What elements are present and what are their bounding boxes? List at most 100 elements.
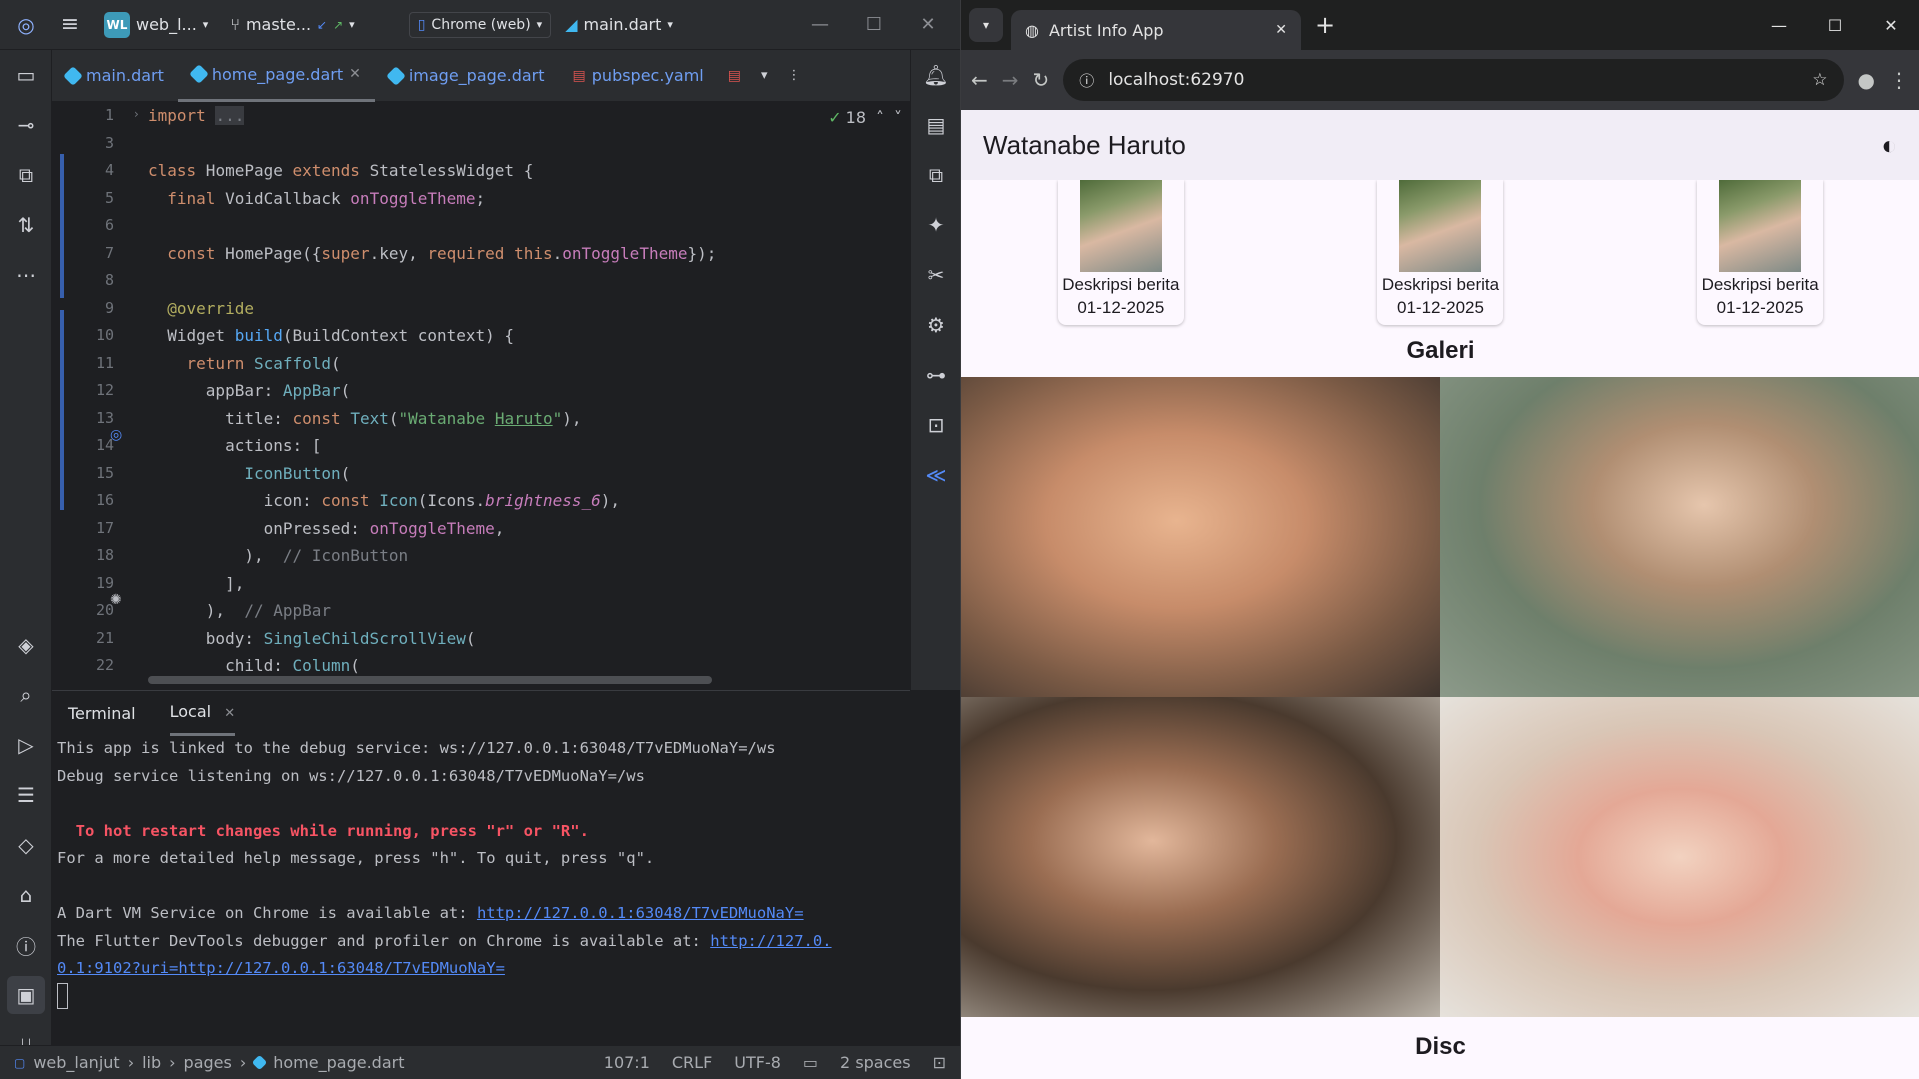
breadcrumb-pages[interactable]: pages xyxy=(184,1053,232,1072)
close-icon[interactable]: ✕ xyxy=(1863,16,1919,35)
tab-local[interactable]: Local ✕ xyxy=(169,690,236,736)
breadcrumb-project[interactable]: web_lanjut xyxy=(33,1053,119,1072)
layout-inspector-icon[interactable]: ⊡ xyxy=(911,400,961,450)
indent-setting[interactable]: 2 spaces xyxy=(840,1053,911,1072)
run-device-selector[interactable]: ▯ Chrome (web) ▾ xyxy=(408,11,552,38)
terminal-icon[interactable]: ▣ xyxy=(7,976,45,1014)
browser-menu-icon[interactable]: ⋮ xyxy=(1889,68,1909,92)
gallery-photo[interactable] xyxy=(961,377,1440,697)
tab-local-label: Local xyxy=(169,702,212,721)
todo-icon[interactable]: ☰ xyxy=(0,770,52,820)
browser-tab[interactable]: ◍ Artist Info App ✕ xyxy=(1011,10,1301,50)
app-body[interactable]: Deskripsi berita 01-12-2025 Deskripsi be… xyxy=(961,180,1919,1079)
profile-icon[interactable]: ● xyxy=(1858,68,1875,92)
close-tab-icon[interactable]: ✕ xyxy=(1275,22,1287,38)
link-icon[interactable]: ⊶ xyxy=(911,350,961,400)
device-manager-icon[interactable]: ▤ xyxy=(911,100,961,150)
breadcrumb-file[interactable]: home_page.dart xyxy=(273,1053,404,1072)
tab-label: main.dart xyxy=(86,66,164,85)
more-icon[interactable]: ⋯ xyxy=(0,250,52,300)
gallery-photo[interactable] xyxy=(961,697,1440,1017)
forward-icon[interactable]: → xyxy=(1002,68,1019,92)
minimize-icon[interactable]: — xyxy=(1751,16,1807,35)
problems-icon[interactable]: ⓘ xyxy=(0,920,52,970)
flutter-performance-icon[interactable]: ⌂ xyxy=(0,870,52,920)
commit-icon[interactable]: ⊸ xyxy=(0,100,52,150)
tab-home-page-dart[interactable]: home_page.dart ✕ xyxy=(177,50,375,102)
profiler-icon[interactable]: ✂ xyxy=(911,250,961,300)
chevron-right-icon: › xyxy=(239,1053,247,1072)
vm-service-link[interactable]: http://127.0.0.1:63048/T7vEDMuoNaY= xyxy=(477,904,804,922)
news-card[interactable]: Deskripsi berita 01-12-2025 xyxy=(1377,180,1504,325)
maximize-icon[interactable]: ☐ xyxy=(1807,16,1863,35)
ai-assistant-icon[interactable]: ✦ xyxy=(911,200,961,250)
tab-image-page-dart[interactable]: image_page.dart xyxy=(375,50,559,102)
gallery-photo[interactable] xyxy=(1440,377,1919,697)
main-menu-icon[interactable]: ≡ xyxy=(50,12,90,37)
yaml-file-icon[interactable]: ▤ xyxy=(718,68,751,84)
news-description: Deskripsi berita xyxy=(1701,275,1819,294)
tab-list-chevron-icon[interactable]: ▾ xyxy=(751,68,778,83)
maximize-icon[interactable]: ☐ xyxy=(850,14,898,35)
project-name: web_l... xyxy=(136,15,197,34)
chevron-up-icon[interactable]: ˄ xyxy=(876,108,884,127)
line-separator[interactable]: CRLF xyxy=(672,1053,712,1072)
lock-icon[interactable]: ⊡ xyxy=(933,1053,946,1072)
search-icon[interactable]: ⌕ xyxy=(0,670,52,720)
file-encoding[interactable]: UTF-8 xyxy=(734,1053,781,1072)
tab-pubspec-yaml[interactable]: ▤ pubspec.yaml xyxy=(559,50,718,102)
pull-request-icon[interactable]: ⇅ xyxy=(0,200,52,250)
tab-main-dart[interactable]: main.dart xyxy=(52,50,178,102)
site-info-icon[interactable]: ⓘ xyxy=(1079,70,1094,91)
horizontal-scrollbar[interactable] xyxy=(148,676,712,684)
app-quality-icon[interactable]: ⚙ xyxy=(911,300,961,350)
run-icon[interactable]: ▷ xyxy=(0,720,52,770)
brightness-icon[interactable]: ◐ xyxy=(1881,130,1897,161)
flutter-inspector-icon[interactable]: ◈ xyxy=(0,620,52,670)
gallery-photo[interactable] xyxy=(1440,697,1919,1017)
inspection-widget[interactable]: ✓ 18 ˄ ˅ xyxy=(828,108,902,127)
terminal-line: 0.1:9102?uri=http://127.0.0.1:63048/T7vE… xyxy=(52,955,910,983)
news-card[interactable]: Deskripsi berita 01-12-2025 xyxy=(1697,180,1824,325)
dart-devtools-icon[interactable]: ◇ xyxy=(0,820,52,870)
folder-icon[interactable]: ▭ xyxy=(0,50,52,100)
minimize-icon[interactable]: — xyxy=(796,14,844,35)
more-options-icon[interactable]: ⋮ xyxy=(778,68,811,83)
fold-chevron-icon[interactable]: › xyxy=(134,107,139,121)
terminal-line: This app is linked to the debug service:… xyxy=(57,739,776,757)
close-tab-icon[interactable]: ✕ xyxy=(224,706,235,721)
news-card[interactable]: Deskripsi berita 01-12-2025 xyxy=(1057,180,1184,325)
reload-icon[interactable]: ↻ xyxy=(1033,68,1050,92)
flutter-outline-icon[interactable]: ≪ xyxy=(911,450,961,500)
implementation-gutter-icon[interactable]: ◎ xyxy=(110,427,122,443)
new-tab-icon[interactable]: + xyxy=(1315,11,1335,39)
project-badge: WL xyxy=(104,11,130,38)
breadcrumb-lib[interactable]: lib xyxy=(142,1053,161,1072)
run-config-selector[interactable]: ◢ main.dart ▾ xyxy=(557,11,681,38)
terminal-prompt[interactable] xyxy=(52,983,910,1011)
bookmark-star-icon[interactable]: ☆ xyxy=(1812,70,1827,90)
news-date: 01-12-2025 xyxy=(1077,298,1165,317)
notifications-icon[interactable]: 🔔︎ xyxy=(911,50,961,100)
device-mirroring-icon[interactable]: ⧉ xyxy=(911,150,961,200)
back-icon[interactable]: ← xyxy=(971,68,988,92)
chevron-down-icon[interactable]: ˅ xyxy=(894,108,902,127)
code-content[interactable]: import ... class HomePage extends Statel… xyxy=(148,102,870,680)
code-editor[interactable]: 1 3 4 5 6 7 8 9 10 11 12 13 14 15 16 17 … xyxy=(52,102,910,686)
close-tab-icon[interactable]: ✕ xyxy=(349,66,361,82)
dart-file-icon xyxy=(63,65,83,86)
cursor-position[interactable]: 107:1 xyxy=(604,1053,650,1072)
vcs-branch-selector[interactable]: ⑂ maste... ↙ ↗ ▾ xyxy=(222,11,362,38)
readonly-toggle-icon[interactable]: ▭ xyxy=(803,1053,818,1072)
yaml-file-icon: ▤ xyxy=(572,67,586,84)
tab-search-icon[interactable]: ▾ xyxy=(969,8,1003,42)
devtools-link-cont[interactable]: 0.1:9102?uri=http://127.0.0.1:63048/T7vE… xyxy=(57,959,505,977)
structure-icon[interactable]: ⧉ xyxy=(0,150,52,200)
close-icon[interactable]: ✕ xyxy=(904,14,952,35)
devtools-link[interactable]: http://127.0. xyxy=(710,932,831,950)
project-icon: ▢ xyxy=(14,1055,26,1070)
address-bar[interactable]: ⓘ localhost:62970 ☆ xyxy=(1063,59,1844,101)
project-selector[interactable]: WL web_l... ▾ xyxy=(96,8,216,42)
app-logo-icon[interactable]: ◎ xyxy=(8,13,44,37)
terminal-output[interactable]: This app is linked to the debug service:… xyxy=(52,735,910,1010)
